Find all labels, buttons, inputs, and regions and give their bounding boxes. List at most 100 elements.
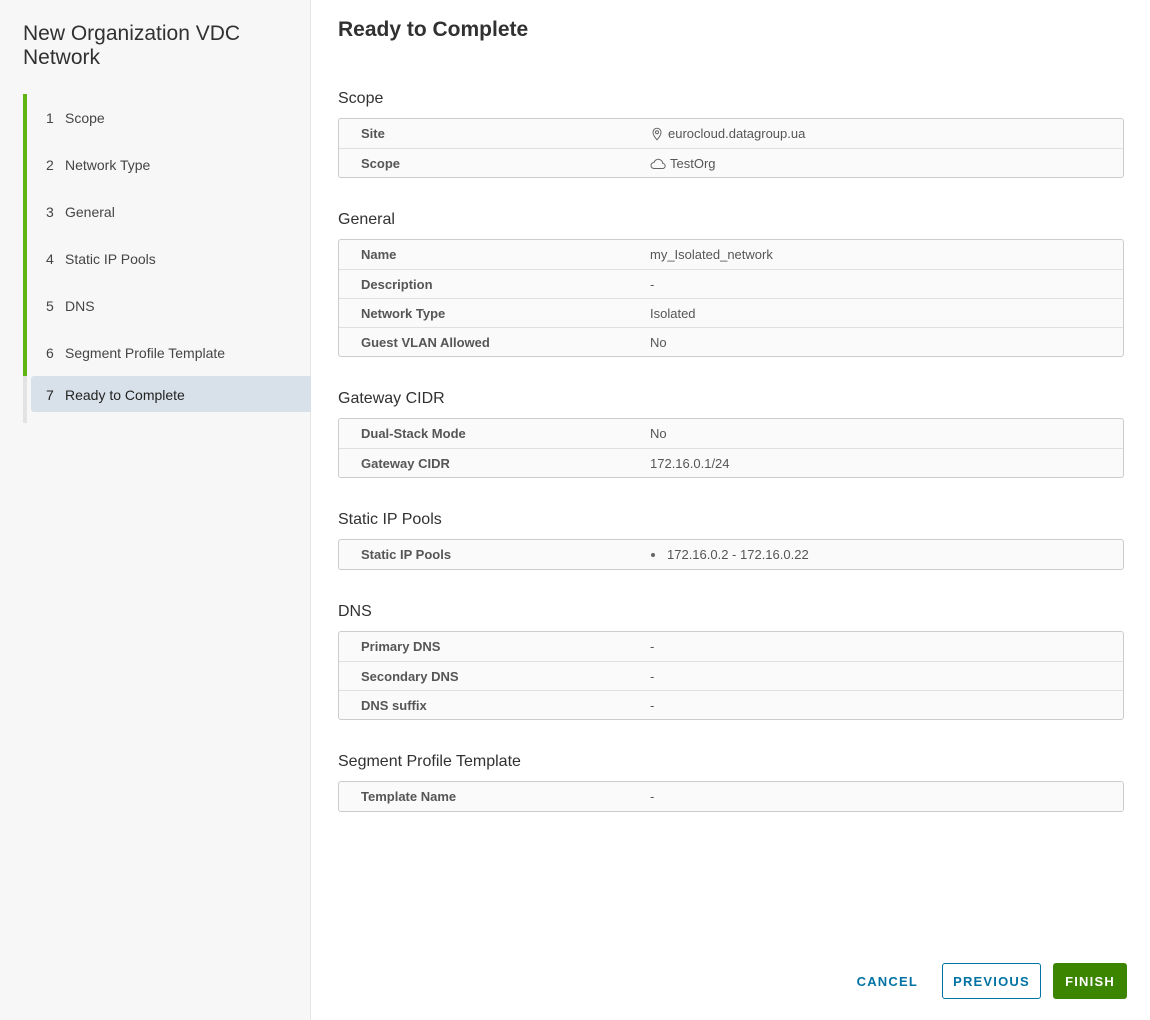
step-ready-to-complete[interactable]: 7 Ready to Complete: [23, 376, 311, 423]
row-value: -: [650, 697, 655, 713]
table-row: Template Name -: [339, 782, 1123, 811]
step-progress-bar: [23, 188, 27, 235]
table-row: Static IP Pools 172.16.0.2 - 172.16.0.22: [339, 540, 1123, 569]
step-network-type[interactable]: 2 Network Type: [23, 141, 311, 188]
section-title: DNS: [338, 603, 372, 620]
table-row: Guest VLAN Allowed No: [339, 327, 1123, 356]
row-key: Name: [361, 247, 397, 262]
step-label: General: [65, 203, 115, 220]
step-label: DNS: [65, 297, 95, 314]
table-row: Name my_Isolated_network: [339, 240, 1123, 269]
step-number: 3: [46, 203, 54, 220]
step-label: Static IP Pools: [65, 250, 156, 267]
table-row: Primary DNS -: [339, 632, 1123, 661]
step-progress-bar: [23, 141, 27, 188]
section-dns: DNS Primary DNS - Secondary DNS - DNS suff…: [338, 602, 1124, 720]
section-title: Static IP Pools: [338, 511, 442, 528]
step-label: Ready to Complete: [65, 386, 185, 403]
step-label: Segment Profile Template: [65, 344, 226, 361]
step-progress-bar: [23, 329, 27, 376]
summary-table: Static IP Pools 172.16.0.2 - 172.16.0.22: [338, 539, 1124, 570]
section-general: General Name my_Isolated_network Descript…: [338, 210, 1124, 357]
cloud-icon: [650, 158, 666, 169]
summary-table: Template Name -: [338, 781, 1124, 812]
step-number: 5: [46, 297, 54, 314]
step-segment-profile-template[interactable]: 6 Segment Profile Template: [23, 329, 311, 376]
table-row: Secondary DNS -: [339, 661, 1123, 690]
section-segment-profile-template: Segment Profile Template Template Name -: [338, 752, 1124, 812]
row-value: -: [650, 276, 655, 292]
section-title: General: [338, 211, 395, 228]
page-title: Ready to Complete: [338, 18, 529, 41]
step-number: 6: [46, 344, 54, 361]
row-key: Network Type: [361, 305, 446, 321]
site-value: eurocloud.datagroup.ua: [668, 126, 806, 141]
wizard-content: Ready to Complete Scope Site eurocloud.d…: [311, 0, 1150, 1020]
row-value: my_Isolated_network: [650, 247, 773, 262]
table-row: Site eurocloud.datagroup.ua: [339, 119, 1123, 148]
summary-table: Site eurocloud.datagroup.ua Scope TestOr…: [338, 118, 1124, 178]
summary-table: Dual-Stack Mode No Gateway CIDR 172.16.0.1…: [338, 418, 1124, 478]
section-title: Segment Profile Template: [338, 753, 521, 770]
row-value: No: [650, 426, 667, 441]
row-value: 172.16.0.2 - 172.16.0.22: [650, 547, 809, 562]
step-progress-bar: [23, 235, 27, 282]
row-key: Site: [361, 126, 385, 141]
summary-table: Name my_Isolated_network Description - Net…: [338, 239, 1124, 357]
scope-value: TestOrg: [670, 155, 716, 171]
row-key: Dual-Stack Mode: [361, 426, 466, 441]
row-value: -: [650, 668, 655, 684]
step-number: 7: [46, 386, 54, 403]
section-title: Gateway CIDR: [338, 390, 445, 407]
wizard-steps: 1 Scope 2 Network Type 3 General 4 Static IP…: [23, 94, 311, 423]
table-row: Dual-Stack Mode No: [339, 419, 1123, 448]
step-static-ip-pools[interactable]: 4 Static IP Pools: [23, 235, 311, 282]
row-value: -: [650, 639, 655, 654]
finish-button[interactable]: FINISH: [1053, 963, 1127, 999]
wizard-title: New Organization VDC Network: [23, 22, 241, 69]
step-number: 2: [46, 156, 54, 173]
step-progress-bar: [23, 94, 27, 141]
map-pin-icon: [652, 127, 662, 141]
section-scope: Scope Site eurocloud.datagroup.ua Scope: [338, 89, 1124, 178]
wizard-footer: CANCEL PREVIOUS FINISH: [845, 963, 1127, 999]
step-label: Network Type: [65, 156, 151, 173]
step-general[interactable]: 3 General: [23, 188, 311, 235]
section-title: Scope: [338, 90, 384, 107]
row-key: Template Name: [361, 789, 457, 804]
row-key: Static IP Pools: [361, 547, 452, 562]
row-key: Secondary DNS: [361, 668, 459, 684]
row-key: Primary DNS: [361, 639, 441, 654]
row-value: eurocloud.datagroup.ua: [650, 126, 805, 141]
summary-table: Primary DNS - Secondary DNS - DNS suffix -: [338, 631, 1124, 720]
wizard-sidebar: New Organization VDC Network 1 Scope 2 Net…: [0, 0, 311, 1020]
row-key: Scope: [361, 155, 401, 171]
table-row: Network Type Isolated: [339, 298, 1123, 327]
table-row: Scope TestOrg: [339, 148, 1123, 177]
bullet-icon: [651, 552, 655, 557]
ip-pool-range: 172.16.0.2 - 172.16.0.22: [667, 547, 809, 562]
step-label: Scope: [65, 109, 105, 126]
previous-button[interactable]: PREVIOUS: [942, 963, 1041, 999]
row-key: Gateway CIDR: [361, 455, 450, 471]
row-key: Guest VLAN Allowed: [361, 334, 490, 350]
row-value: Isolated: [650, 305, 696, 321]
row-key: DNS suffix: [361, 697, 427, 713]
row-value: -: [650, 789, 655, 804]
cancel-button[interactable]: CANCEL: [845, 963, 930, 999]
step-number: 1: [46, 109, 54, 126]
section-static-ip-pools: Static IP Pools Static IP Pools 172.16.0…: [338, 510, 1124, 570]
step-number: 4: [46, 250, 54, 267]
table-row: DNS suffix -: [339, 690, 1123, 719]
step-scope[interactable]: 1 Scope: [23, 94, 311, 141]
row-value: No: [650, 334, 667, 350]
section-gateway-cidr: Gateway CIDR Dual-Stack Mode No Gateway C…: [338, 389, 1124, 478]
row-key: Description: [361, 276, 433, 292]
step-dns[interactable]: 5 DNS: [23, 282, 311, 329]
row-value: TestOrg: [650, 156, 716, 171]
step-progress-bar: [23, 282, 27, 329]
row-value: 172.16.0.1/24: [650, 455, 730, 471]
table-row: Description -: [339, 269, 1123, 298]
step-progress-bar: [23, 376, 27, 423]
table-row: Gateway CIDR 172.16.0.1/24: [339, 448, 1123, 477]
